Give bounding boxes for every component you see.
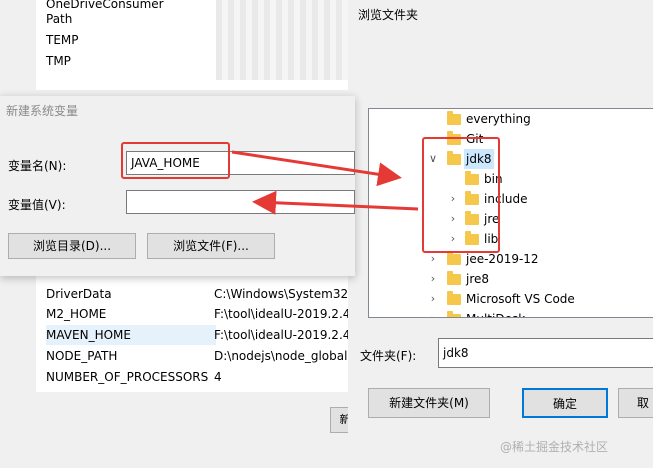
table-cell-value: F:\tool\idealU-2019.2.4.: [214, 328, 355, 342]
dialog-title: 新建系统变量: [6, 104, 79, 118]
watermark: @稀土掘金技术社区: [500, 440, 609, 454]
chevron-right-icon[interactable]: ›: [427, 309, 439, 317]
browse-folder-dialog: 浏览文件夹 everything Git ∨ jdk8 bin › includ…: [348, 0, 653, 440]
new-folder-button[interactable]: 新建文件夹(M): [368, 388, 490, 418]
folder-tree[interactable]: everything Git ∨ jdk8 bin › include › jr…: [368, 108, 653, 318]
table-row[interactable]: M2_HOME: [46, 304, 106, 324]
variable-value-label: 变量值(V):: [8, 198, 66, 212]
chevron-right-icon[interactable]: ›: [427, 269, 439, 289]
folder-icon: [447, 251, 461, 265]
cancel-button[interactable]: 取: [618, 388, 653, 418]
table-row-selected[interactable]: MAVEN_HOME: [46, 325, 216, 345]
table-cell-value: C:\Windows\System32\: [214, 287, 353, 301]
folder-icon: [447, 271, 461, 285]
chevron-right-icon[interactable]: ›: [427, 289, 439, 309]
table-row[interactable]: NODE_PATH: [46, 346, 117, 366]
highlight-box-variable-name: [121, 142, 230, 179]
highlight-box-jdk8-folder: [422, 137, 500, 253]
list-item[interactable]: Path: [46, 9, 72, 29]
folder-icon: [447, 291, 461, 305]
blurred-region: [216, 0, 356, 80]
folder-name-field[interactable]: jdk8: [438, 338, 653, 368]
table-cell-value: F:\tool\idealU-2019.2.4.: [214, 307, 355, 321]
table-row[interactable]: DriverData: [46, 284, 112, 304]
folder-icon: [447, 111, 461, 125]
list-item[interactable]: TEMP: [46, 30, 79, 50]
browse-directory-button[interactable]: 浏览目录(D)...: [8, 233, 136, 259]
ok-button[interactable]: 确定: [522, 388, 608, 418]
table-cell-value: 4: [214, 370, 222, 384]
folder-icon: [447, 311, 461, 317]
system-variables-list: DriverData C:\Windows\System32\ M2_HOME …: [36, 262, 366, 392]
table-cell-value: D:\nodejs\node_global: [214, 349, 348, 363]
folder-label: 文件夹(F):: [360, 349, 417, 363]
dialog-title: 浏览文件夹: [358, 8, 419, 22]
variable-name-label: 变量名(N):: [8, 159, 67, 173]
variable-value-field[interactable]: [126, 190, 355, 214]
list-item[interactable]: TMP: [46, 51, 71, 71]
new-system-variable-dialog: 新建系统变量 变量名(N): JAVA_HOME 变量值(V): 浏览目录(D)…: [0, 96, 355, 276]
table-row[interactable]: NUMBER_OF_PROCESSORS: [46, 367, 208, 387]
browse-file-button[interactable]: 浏览文件(F)...: [147, 233, 275, 259]
